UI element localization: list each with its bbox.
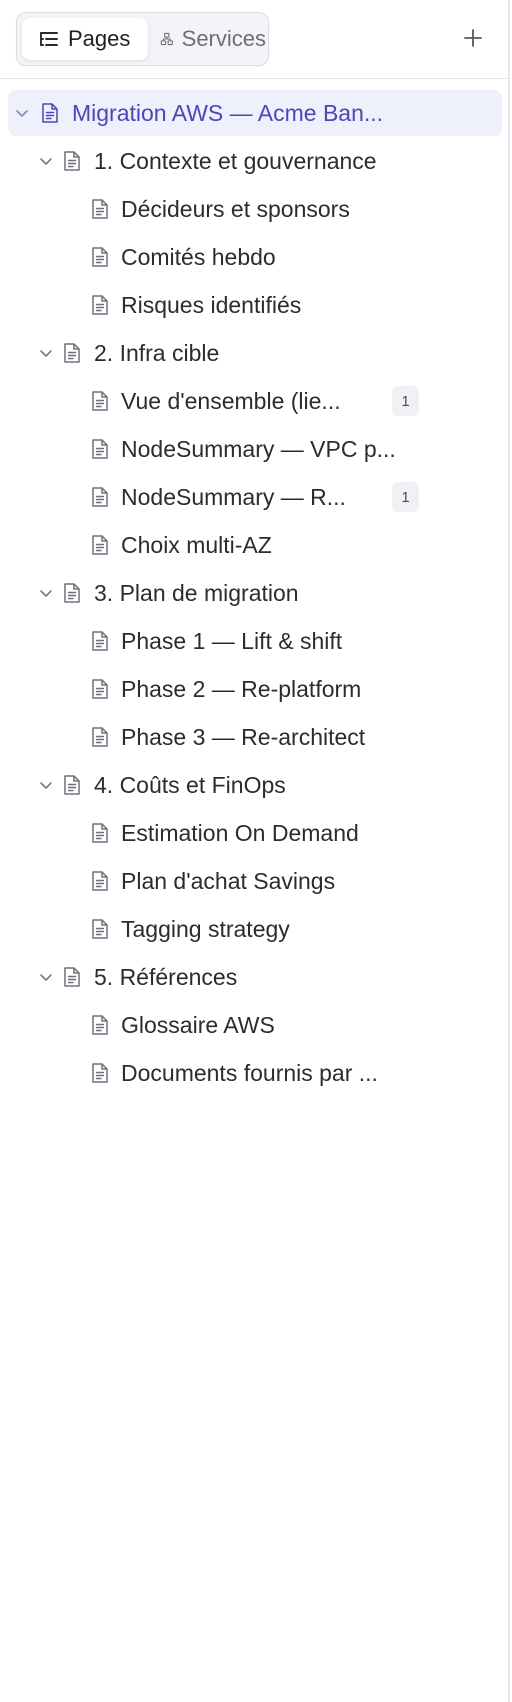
tree-page-item[interactable]: Tagging strategy <box>8 906 502 952</box>
document-icon <box>64 967 80 987</box>
tree-item-label: Plan d'achat Savings <box>121 868 336 894</box>
tree-item-label: 2. Infra cible <box>94 340 220 366</box>
tree-section-item[interactable]: 2. Infra cible <box>8 330 502 376</box>
tree-item-label: Choix multi-AZ <box>121 532 272 558</box>
document-icon <box>64 583 80 603</box>
comment-count-badge: 1 <box>392 482 419 512</box>
document-icon <box>64 343 80 363</box>
tree-page-item[interactable]: Documents fournis par ... <box>8 1050 502 1096</box>
document-icon <box>92 391 108 411</box>
document-icon <box>64 151 80 171</box>
network-icon <box>160 32 173 46</box>
tree-page-item[interactable]: NodeSummary — R... 1 <box>8 474 502 520</box>
document-icon <box>92 679 108 699</box>
sidebar-header: Pages Services <box>0 0 508 79</box>
tree-item-label: Estimation On Demand <box>121 820 359 846</box>
document-icon <box>42 103 58 123</box>
tree-section-item[interactable]: 4. Coûts et FinOps <box>8 762 502 808</box>
document-icon <box>92 487 108 507</box>
add-page-button[interactable] <box>456 21 490 55</box>
tree-page-item[interactable]: Décideurs et sponsors <box>8 186 502 232</box>
tree-item-label: Vue d'ensemble (lie... <box>121 388 341 414</box>
tree-page-item[interactable]: Comités hebdo <box>8 234 502 280</box>
tree-item-label: 1. Contexte et gouvernance <box>94 148 377 174</box>
document-icon <box>92 199 108 219</box>
tree-item-label: NodeSummary — R... <box>121 484 346 510</box>
tree-page-item[interactable]: Phase 3 — Re-architect <box>8 714 502 760</box>
comment-count-badge: 1 <box>392 386 419 416</box>
tree-page-item[interactable]: Estimation On Demand <box>8 810 502 856</box>
tree-item-label: 3. Plan de migration <box>94 580 299 606</box>
tree-page-item[interactable]: Phase 1 — Lift & shift <box>8 618 502 664</box>
chevron-down-icon[interactable] <box>38 969 54 985</box>
tree-item-label: Documents fournis par ... <box>121 1060 378 1086</box>
sidebar-panel: Pages Services Migration AWS — Acme Ban.… <box>0 0 510 1702</box>
document-icon <box>92 1063 108 1083</box>
document-icon <box>92 919 108 939</box>
tree-root-item[interactable]: Migration AWS — Acme Ban... <box>8 90 502 136</box>
tree-item-label: Glossaire AWS <box>121 1012 275 1038</box>
document-icon <box>92 823 108 843</box>
document-icon <box>92 439 108 459</box>
document-icon <box>92 631 108 651</box>
tree-page-item[interactable]: Vue d'ensemble (lie... 1 <box>8 378 502 424</box>
tree-page-item[interactable]: Choix multi-AZ <box>8 522 502 568</box>
document-icon <box>92 247 108 267</box>
tab-pages[interactable]: Pages <box>22 18 148 60</box>
chevron-down-icon[interactable] <box>38 153 54 169</box>
tree-page-item[interactable]: NodeSummary — VPC p... <box>8 426 502 472</box>
tree-section-item[interactable]: 5. Références <box>8 954 502 1000</box>
tree-item-label: Phase 2 — Re-platform <box>121 676 362 702</box>
tree-item-label: Phase 1 — Lift & shift <box>121 628 343 654</box>
document-icon <box>64 775 80 795</box>
tree-item-label: Risques identifiés <box>121 292 302 318</box>
tab-services-label: Services <box>181 26 266 51</box>
tree-section-item[interactable]: 3. Plan de migration <box>8 570 502 616</box>
plus-icon <box>464 29 482 47</box>
tree-item-label: Décideurs et sponsors <box>121 196 350 222</box>
view-switcher: Pages Services <box>16 12 269 66</box>
tree-item-label: Comités hebdo <box>121 244 276 270</box>
tree-item-label: NodeSummary — VPC p... <box>121 436 396 462</box>
tab-pages-label: Pages <box>68 26 131 51</box>
tree-item-label: Migration AWS — Acme Ban... <box>72 100 384 126</box>
chevron-down-icon[interactable] <box>14 105 30 121</box>
document-icon <box>92 871 108 891</box>
tree-section-item[interactable]: 1. Contexte et gouvernance <box>8 138 502 184</box>
document-icon <box>92 727 108 747</box>
tree-item-label: 5. Références <box>94 964 238 990</box>
document-icon <box>92 295 108 315</box>
chevron-down-icon[interactable] <box>38 585 54 601</box>
document-icon <box>92 1015 108 1035</box>
document-icon <box>92 535 108 555</box>
tree-page-item[interactable]: Glossaire AWS <box>8 1002 502 1048</box>
tree-item-label: 4. Coûts et FinOps <box>94 772 286 798</box>
tree-page-item[interactable]: Risques identifiés <box>8 282 502 328</box>
tree-page-item[interactable]: Plan d'achat Savings <box>8 858 502 904</box>
tree-page-item[interactable]: Phase 2 — Re-platform <box>8 666 502 712</box>
chevron-down-icon[interactable] <box>38 777 54 793</box>
tab-services[interactable]: Services <box>154 18 266 60</box>
tree-item-label: Phase 3 — Re-architect <box>121 724 366 750</box>
list-tree-icon <box>40 32 58 46</box>
chevron-down-icon[interactable] <box>38 345 54 361</box>
tree-item-label: Tagging strategy <box>121 916 290 942</box>
